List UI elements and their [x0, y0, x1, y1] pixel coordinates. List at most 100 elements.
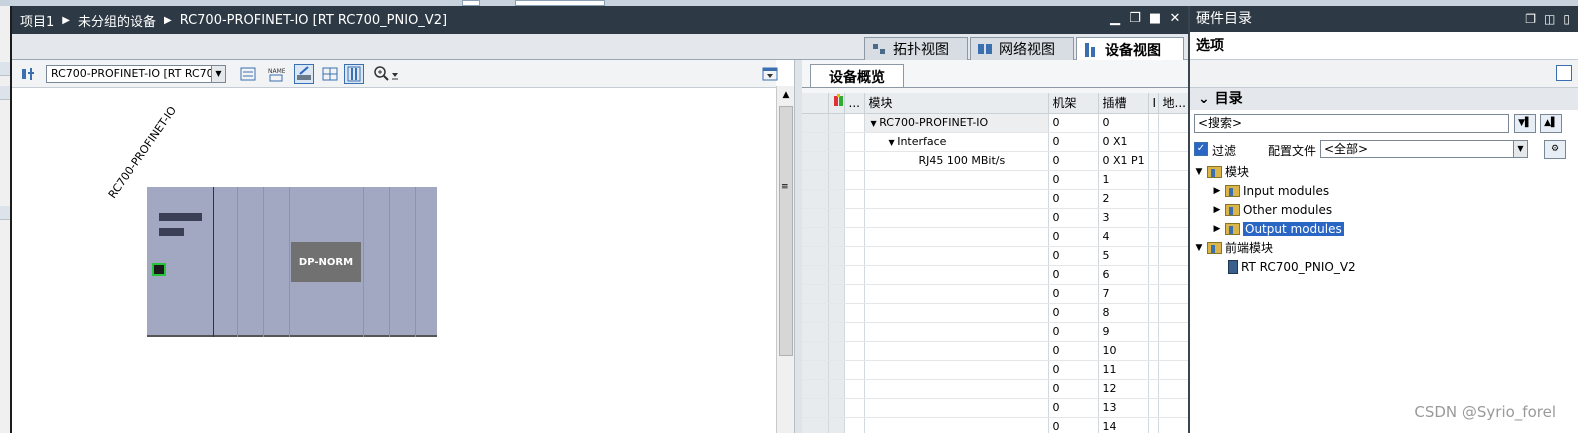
col-slot[interactable]: 插槽 — [1098, 93, 1149, 114]
tree-label-selected: Output modules — [1242, 220, 1345, 237]
search-up-icon[interactable]: ▲▌ — [1540, 114, 1562, 133]
split-icon[interactable]: ◫ — [1544, 6, 1555, 32]
device-select-dropdown[interactable]: RC700-PROFINET-IO [RT RC700 ▼ — [46, 65, 226, 83]
tree-node-output-modules[interactable]: ▶ Output modules — [1194, 219, 1574, 238]
chevron-down-icon[interactable]: ⌄ — [1198, 91, 1210, 107]
collapsed-triangle-icon[interactable]: ▶ — [1212, 224, 1222, 234]
breadcrumb-ungrouped-devices[interactable]: 未分组的设备 — [78, 11, 156, 30]
col-i[interactable]: I — [1148, 93, 1159, 114]
restore-icon[interactable]: ❐ — [1128, 11, 1142, 26]
table-row[interactable]: 0 13 — [802, 398, 1189, 418]
catalog-directory-header[interactable]: ⌄ 目录 — [1190, 88, 1578, 110]
row-module — [864, 417, 1049, 433]
name-display-icon[interactable]: NAME — [266, 64, 286, 84]
col-more[interactable]: ... — [844, 93, 865, 114]
device-rack[interactable]: DP-NORM — [147, 187, 437, 337]
table-row[interactable]: 0 12 — [802, 379, 1189, 399]
collapsed-triangle-icon[interactable]: ▶ — [1212, 205, 1222, 215]
panel-splitter[interactable] — [794, 60, 802, 433]
col-rack[interactable]: 机架 — [1048, 93, 1099, 114]
table-row[interactable]: 01 — [802, 170, 1189, 190]
profile-manage-icon[interactable]: ⚙ — [1544, 140, 1566, 159]
table-row[interactable]: 06 — [802, 265, 1189, 285]
row-more — [844, 151, 865, 171]
row-status — [828, 170, 845, 190]
row-status — [828, 341, 845, 361]
expanded-triangle-icon[interactable]: ▼ — [1194, 167, 1204, 177]
tab-topology-view[interactable]: 拓扑视图 — [864, 37, 968, 60]
show-module-labels-icon[interactable] — [238, 64, 258, 84]
row-address — [1158, 284, 1189, 304]
breadcrumb-device[interactable]: RC700-PROFINET-IO [RT RC700_PNIO_V2] — [180, 13, 447, 28]
expanded-triangle-icon[interactable]: ▼ — [889, 138, 898, 147]
tree-label: 模块 — [1225, 165, 1250, 179]
chevron-down-icon[interactable]: ▼ — [211, 66, 225, 82]
breadcrumb-project[interactable]: 项目1 — [20, 11, 54, 30]
table-row[interactable]: 0 14 — [802, 417, 1189, 433]
tree-node-modules[interactable]: ▼ 模块 — [1194, 162, 1574, 181]
table-row[interactable]: 03 — [802, 208, 1189, 228]
catalog-search-input[interactable]: <搜索> — [1194, 114, 1509, 133]
options-toggle-icon[interactable] — [1556, 65, 1572, 81]
row-rack: 0 — [1048, 341, 1099, 361]
grid-view-icon[interactable] — [320, 64, 340, 84]
canvas-vertical-scrollbar[interactable]: ▲ ≡ — [776, 86, 794, 433]
restore-icon[interactable]: ❐ — [1525, 6, 1536, 32]
row-i — [1148, 246, 1159, 266]
minimize-icon[interactable]: ▁ — [1108, 11, 1122, 26]
table-row[interactable]: 0 11 — [802, 360, 1189, 380]
row-more — [844, 265, 865, 285]
table-row[interactable]: 0 10 — [802, 341, 1189, 361]
tree-node-headend-item[interactable]: RT RC700_PNIO_V2 — [1194, 257, 1574, 276]
editor-title-bar: 项目1 ▶ 未分组的设备 ▶ RC700-PROFINET-IO [RT RC7… — [12, 6, 1188, 34]
panel-layout-icon[interactable] — [344, 64, 364, 84]
table-row[interactable]: 08 — [802, 303, 1189, 323]
device-network-toggle-icon[interactable] — [18, 64, 38, 84]
row-rack: 0 — [1048, 398, 1099, 418]
chevron-down-icon[interactable]: ▼ — [1513, 141, 1527, 157]
table-row[interactable]: 05 — [802, 246, 1189, 266]
search-down-icon[interactable]: ▼▌ — [1514, 114, 1536, 133]
panel-menu-icon[interactable]: ▯ — [1563, 6, 1570, 32]
collapsed-triangle-icon[interactable]: ▶ — [1212, 186, 1222, 196]
col-address[interactable]: 地... — [1158, 93, 1189, 114]
table-row[interactable]: RJ45 100 MBit/s 0 0 X1 P1 — [802, 151, 1189, 171]
ethernet-port-icon[interactable] — [152, 263, 166, 276]
tree-node-input-modules[interactable]: ▶ Input modules — [1194, 181, 1574, 200]
profile-select[interactable]: <全部> ▼ — [1320, 140, 1528, 158]
row-rack: 0 — [1048, 189, 1099, 209]
tree-node-other-modules[interactable]: ▶ Other modules — [1194, 200, 1574, 219]
profile-label: 配置文件 — [1268, 144, 1317, 158]
collapse-panel-icon[interactable] — [760, 64, 780, 84]
table-row[interactable]: ▼ RC700-PROFINET-IO 0 0 — [802, 113, 1189, 133]
edit-pen-icon[interactable] — [294, 64, 314, 84]
col-module[interactable]: 模块 — [864, 93, 1049, 114]
tab-device-overview[interactable]: 设备概览 — [810, 64, 904, 88]
zoom-icon[interactable] — [372, 64, 402, 84]
maximize-icon[interactable]: ■ — [1148, 11, 1162, 26]
table-row[interactable]: 02 — [802, 189, 1189, 209]
row-i — [1148, 208, 1159, 228]
tab-network-view[interactable]: 网络视图 — [970, 37, 1074, 60]
device-overview-panel: 设备概览 ... 模块 机架 插槽 I 地... ▼ RC700-PROFINE… — [802, 60, 1189, 433]
close-icon[interactable]: ✕ — [1168, 11, 1182, 26]
expanded-triangle-icon[interactable]: ▼ — [1194, 243, 1204, 253]
scroll-up-icon[interactable]: ▲ — [779, 88, 793, 102]
table-row[interactable]: 04 — [802, 227, 1189, 247]
row-i — [1148, 284, 1159, 304]
expanded-triangle-icon[interactable]: ▼ — [871, 119, 880, 128]
filter-checkbox[interactable]: ✓ — [1194, 142, 1208, 156]
tree-node-headend[interactable]: ▼ 前端模块 — [1194, 238, 1574, 257]
device-canvas[interactable]: RC700-PROFINET-IO DP-NORM — [12, 88, 776, 433]
table-row[interactable]: 07 — [802, 284, 1189, 304]
table-row[interactable]: ▼ Interface 0 0 X1 — [802, 132, 1189, 152]
head-module[interactable] — [147, 187, 214, 337]
dp-norm-module[interactable]: DP-NORM — [291, 242, 361, 282]
tab-device-label: 设备视图 — [1105, 42, 1161, 59]
tab-device-view[interactable]: 设备视图 — [1076, 37, 1184, 61]
col-status[interactable] — [828, 93, 845, 114]
scrollbar-thumb[interactable] — [779, 106, 793, 356]
table-row[interactable]: 09 — [802, 322, 1189, 342]
folder-icon — [1225, 203, 1240, 216]
row-slot: 1 — [1098, 170, 1149, 190]
